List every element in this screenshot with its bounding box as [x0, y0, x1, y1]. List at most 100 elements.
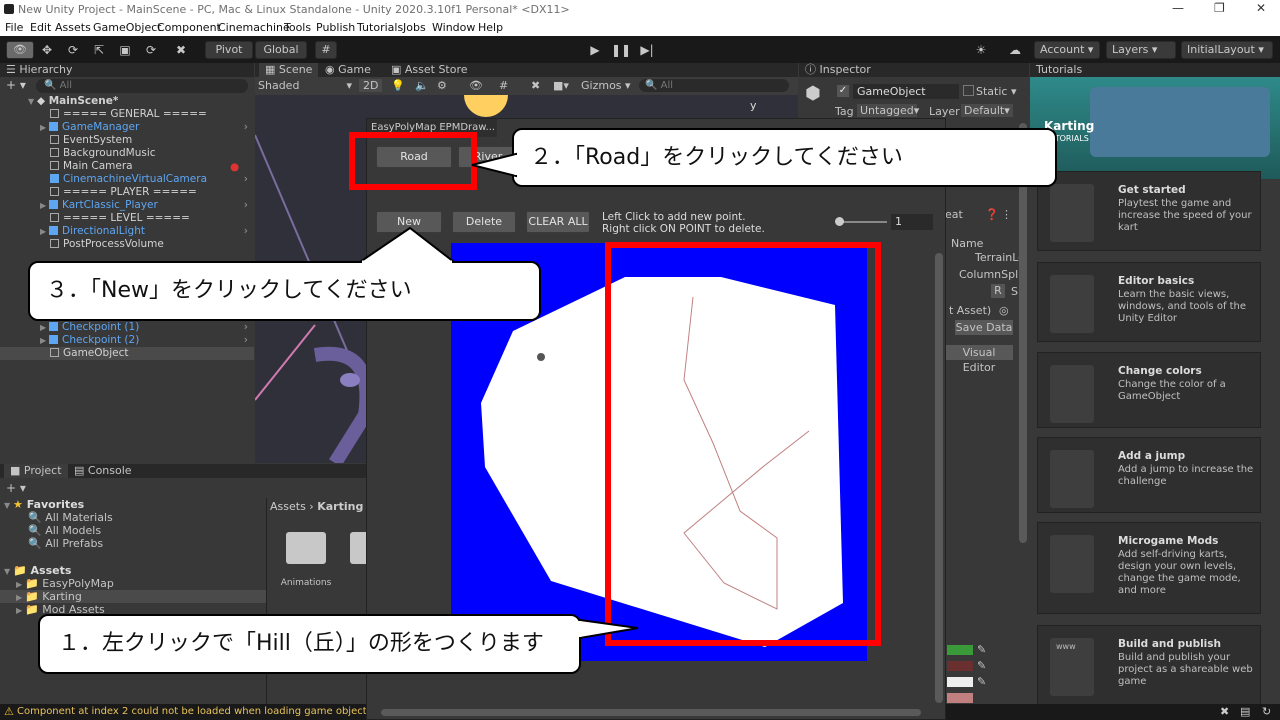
asset-folder[interactable]: ▶ 📁 EasyPolyMap	[16, 577, 114, 590]
slider-handle[interactable]	[835, 217, 844, 226]
color-swatch[interactable]	[947, 677, 973, 687]
cloud-icon[interactable]: ☁	[1004, 41, 1026, 59]
effects-icon[interactable]: ⚙	[437, 79, 447, 92]
r-button[interactable]: R	[991, 284, 1005, 298]
eyedropper-icon[interactable]: ✎	[977, 643, 986, 656]
shading-dropdown[interactable]: Shaded ▾	[258, 79, 354, 92]
2d-toggle[interactable]: 2D	[359, 79, 383, 92]
tutorial-card-microgame-mods[interactable]: Microgame Mods Add self-driving karts, de…	[1037, 522, 1261, 614]
tree-item[interactable]: EventSystem	[0, 134, 254, 147]
close-icon[interactable]: ✕	[1256, 1, 1266, 15]
tree-item[interactable]: ▶ GameManager ›	[0, 121, 254, 134]
favorite-item[interactable]: 🔍 All Materials	[28, 511, 113, 524]
settings-icon[interactable]: ⋮	[1001, 208, 1012, 221]
global-button[interactable]: Global	[255, 41, 307, 59]
minimize-icon[interactable]: —	[1172, 1, 1184, 15]
grid-snap-button[interactable]: #	[315, 41, 337, 59]
bug-icon[interactable]: ✖	[1220, 705, 1229, 718]
tree-item[interactable]: BackgroundMusic	[0, 147, 254, 160]
grid-icon[interactable]: #	[499, 79, 508, 92]
menu-help[interactable]: Help	[478, 21, 503, 34]
menu-cinemachine[interactable]: Cinemachine	[218, 21, 290, 34]
breadcrumb-karting[interactable]: Karting	[317, 500, 363, 513]
tutorial-card-change-colors[interactable]: Change colors Change the color of a GameO…	[1037, 352, 1261, 428]
color-swatch[interactable]	[947, 693, 973, 703]
menu-jobs[interactable]: Jobs	[403, 21, 426, 34]
folder-tile[interactable]: Animations	[280, 532, 332, 588]
move-tool-icon[interactable]: ✥	[36, 41, 58, 59]
play-icon[interactable]: ▶	[584, 41, 606, 59]
column-field[interactable]: ColumnSplit	[959, 268, 1026, 281]
tree-item[interactable]: ▶ DirectionalLight ›	[0, 225, 254, 238]
terrain-field[interactable]: TerrainLe	[975, 251, 1025, 264]
camera-icon[interactable]: ■▾	[553, 79, 569, 92]
tree-item[interactable]: ▶ Checkpoint (1) ›	[0, 321, 254, 334]
scene-root[interactable]: ▼ ◆ MainScene*	[0, 95, 254, 108]
collab-icon[interactable]: ☀	[970, 41, 992, 59]
tree-item[interactable]: PostProcessVolume	[0, 238, 254, 251]
tab-game[interactable]: ◉ Game	[325, 63, 371, 77]
s-button[interactable]: S	[1011, 285, 1018, 298]
brush-size-slider[interactable]	[835, 217, 887, 226]
tree-item[interactable]: ===== LEVEL =====	[0, 212, 254, 225]
status-message[interactable]: Component at index 2 could not be loaded…	[17, 706, 387, 717]
eyedropper-icon[interactable]: ✎	[977, 675, 986, 688]
tutorial-card-add-jump[interactable]: Add a jump Add a jump to increase the cha…	[1037, 437, 1261, 513]
pause-icon[interactable]: ❚❚	[610, 41, 632, 59]
tree-item[interactable]: ▶ KartClassic_Player ›	[0, 199, 254, 212]
help-icon[interactable]: ❓	[985, 208, 999, 221]
color-swatch[interactable]	[947, 645, 973, 655]
eyedropper-icon[interactable]: ✎	[977, 659, 986, 672]
tree-item[interactable]: ▶ Checkpoint (2) ›	[0, 334, 254, 347]
menu-edit[interactable]: Edit	[30, 21, 51, 34]
refresh-icon[interactable]: ↻	[1262, 705, 1271, 718]
menu-tutorials[interactable]: Tutorials	[357, 21, 403, 34]
transform-tool-icon[interactable]: ⟳	[140, 41, 162, 59]
target-icon[interactable]: ◎	[999, 304, 1009, 317]
lighting-icon[interactable]: 💡	[391, 79, 405, 92]
pivot-button[interactable]: Pivot	[205, 41, 253, 59]
tutorial-card-get-started[interactable]: Get started Playtest the game and increas…	[1037, 171, 1261, 251]
asset-folder-selected[interactable]: ▶ 📁 Karting	[0, 590, 266, 603]
layout-dropdown[interactable]: InitialLayout ▾	[1181, 41, 1273, 59]
favorites-header[interactable]: ▼ ★ Favorites	[4, 498, 84, 511]
favorite-item[interactable]: 🔍 All Prefabs	[28, 537, 103, 550]
tree-item[interactable]: CinemachineVirtualCamera ›	[0, 173, 254, 186]
menu-publish[interactable]: Publish	[316, 21, 355, 34]
scale-tool-icon[interactable]: ⇱	[88, 41, 110, 59]
color-swatch[interactable]	[947, 661, 973, 671]
gizmos-dropdown[interactable]: Gizmos ▾	[581, 79, 631, 92]
tree-item-selected[interactable]: GameObject	[0, 347, 254, 360]
tree-item[interactable]: Main Camera ●	[0, 160, 254, 173]
step-icon[interactable]: ▶|	[636, 41, 658, 59]
tutorials-tab[interactable]: Tutorials	[1030, 63, 1280, 77]
menu-assets[interactable]: Assets	[55, 21, 91, 34]
favorite-item[interactable]: 🔍 All Models	[28, 524, 101, 537]
hierarchy-add-button[interactable]: + ▾	[6, 78, 26, 92]
layer-dropdown[interactable]: Default▾	[961, 104, 1013, 117]
menu-window[interactable]: Window	[432, 21, 475, 34]
hierarchy-search[interactable]: 🔍 All	[36, 79, 248, 93]
custom-tool-icon[interactable]: ✖	[170, 41, 192, 59]
assets-header[interactable]: ▼ 📁 Assets	[4, 564, 71, 577]
tutorial-card-build-publish[interactable]: www Build and publish Build and publish yo…	[1037, 625, 1261, 709]
menu-gameobject[interactable]: GameObject	[93, 21, 162, 34]
tab-asset-store[interactable]: ▣ Asset Store	[391, 63, 468, 77]
tools-icon[interactable]: ✖	[531, 79, 540, 92]
map-point[interactable]	[537, 353, 545, 361]
save-data-button[interactable]: Save Data	[955, 320, 1013, 335]
maximize-icon[interactable]: ❐	[1214, 1, 1225, 15]
static-checkbox[interactable]	[963, 85, 974, 96]
rotate-tool-icon[interactable]: ⟳	[62, 41, 84, 59]
folder-tile[interactable]	[350, 532, 366, 564]
tab-console[interactable]: ▤ Console	[74, 464, 132, 478]
brush-size-field[interactable]: 1	[891, 214, 933, 230]
clear-all-button[interactable]: CLEAR ALL	[526, 211, 590, 233]
delete-button[interactable]: Delete	[452, 211, 516, 233]
menu-file[interactable]: File	[5, 21, 23, 34]
tree-item[interactable]: ===== GENERAL =====	[0, 108, 254, 121]
scene-search[interactable]: 🔍 All	[639, 79, 789, 92]
layers-dropdown[interactable]: Layers ▾	[1106, 41, 1176, 59]
epm-hscrollbar[interactable]	[381, 709, 921, 716]
tab-scene[interactable]: ▦ Scene	[259, 63, 319, 77]
